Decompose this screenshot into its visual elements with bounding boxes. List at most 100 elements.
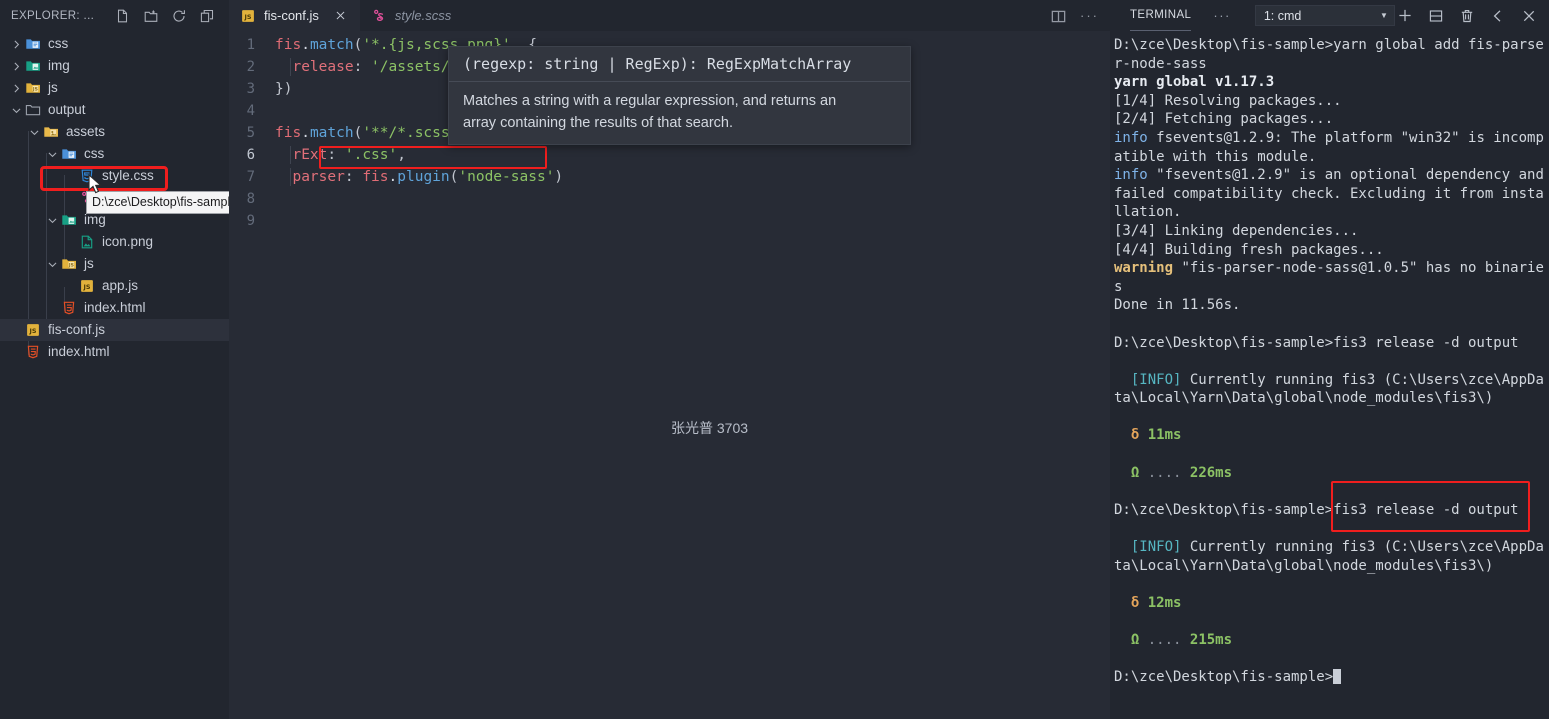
chevron-down-icon[interactable]	[8, 99, 24, 121]
folder-assets-icon	[42, 123, 60, 141]
chevron-down-icon[interactable]	[44, 253, 60, 275]
chevron-down-icon[interactable]	[44, 143, 60, 165]
tree-item-output[interactable]: output	[0, 99, 229, 121]
tree-item-label: assets	[66, 124, 106, 139]
collapse-all-icon[interactable]	[199, 8, 215, 24]
terminal-tab-label[interactable]: TERMINAL	[1130, 9, 1192, 31]
editor-tab-fis-conf-js[interactable]: JS fis-conf.js	[229, 0, 360, 31]
terminal-output[interactable]: D:\zce\Desktop\fis-sample>yarn global ad…	[1110, 31, 1549, 719]
terminal-line: δ 11ms	[1130, 427, 1182, 444]
tree-item-css[interactable]: css	[0, 143, 229, 165]
terminal-line: [4/4] Building fresh packages...	[1114, 241, 1384, 258]
terminal-line: D:\zce\Desktop\fis-sample>	[1114, 668, 1549, 687]
refresh-icon[interactable]	[171, 8, 187, 24]
sass-file-icon	[371, 8, 387, 24]
terminal-line: D:\zce\Desktop\fis-sample>fis3 release -…	[1114, 501, 1519, 518]
more-actions-icon[interactable]: ···	[1080, 8, 1097, 24]
code-line: 6 rExt: '.css',	[229, 144, 1110, 166]
terminal-shell-select[interactable]: 1: cmd ▼	[1254, 5, 1395, 26]
terminal-line: δ 12ms	[1130, 594, 1182, 611]
mouse-cursor	[88, 174, 102, 194]
editor-tab-style-scss[interactable]: style.scss	[360, 0, 462, 31]
folder-img-icon	[24, 57, 42, 75]
tree-item-css[interactable]: css	[0, 33, 229, 55]
line-number: 1	[246, 37, 255, 53]
html-file-icon	[60, 299, 78, 317]
hover-doc-line-2: array containing the results of that sea…	[463, 115, 734, 131]
editor-tab-actions: ···	[1050, 0, 1110, 31]
tree-item-fis-conf-js[interactable]: JS fis-conf.js	[0, 319, 229, 341]
new-terminal-icon[interactable]	[1397, 8, 1413, 24]
kill-terminal-icon[interactable]	[1459, 8, 1475, 24]
explorer-actions	[115, 8, 223, 24]
editor-tab-label: style.scss	[394, 8, 452, 23]
tree-item-label: app.js	[102, 278, 139, 293]
terminal-line: Done in 11.56s.	[1114, 297, 1241, 314]
editor-tabbar: JS fis-conf.js style.scss ···	[229, 0, 1110, 31]
terminal-panel: TERMINAL ··· 1: cmd ▼ D:\zce\Desktop\fis…	[1110, 0, 1549, 719]
close-panel-icon[interactable]	[1521, 8, 1537, 24]
tree-item-js[interactable]: JS js	[0, 77, 229, 99]
svg-text:JS: JS	[29, 327, 37, 335]
chevron-left-icon[interactable]	[1490, 8, 1506, 24]
split-editor-icon[interactable]	[1050, 8, 1066, 24]
editor-area: JS fis-conf.js style.scss ··· 1 fis.match('…	[229, 0, 1110, 719]
tree-item-label: img	[48, 58, 70, 73]
terminal-line: info "fsevents@1.2.9" is an optional dep…	[1114, 167, 1544, 221]
tree-item-label: icon.png	[102, 234, 154, 249]
line-number: 2	[246, 59, 255, 75]
terminal-line: [INFO] Currently running fis3 (C:\Users\…	[1114, 539, 1544, 574]
line-number: 9	[246, 213, 255, 229]
explorer-sidebar: EXPLORER: ... css img JS js output asset…	[0, 0, 229, 719]
split-terminal-icon[interactable]	[1428, 8, 1444, 24]
tree-item-label: js	[48, 80, 58, 95]
code-text: rExt: '.css',	[292, 147, 406, 163]
line-number: 5	[246, 125, 255, 141]
chevron-right-icon[interactable]	[8, 33, 24, 55]
explorer-title: EXPLORER: ...	[11, 9, 95, 22]
folder-css-icon	[24, 35, 42, 53]
tree-item-js[interactable]: JS js	[0, 253, 229, 275]
new-folder-icon[interactable]	[143, 8, 159, 24]
tree-item-assets[interactable]: assets	[0, 121, 229, 143]
terminal-shell-value: 1: cmd	[1263, 8, 1302, 23]
hover-signature: (regexp: string | RegExp): RegExpMatchAr…	[463, 55, 852, 73]
indent-guide	[290, 58, 291, 76]
close-icon[interactable]	[333, 8, 349, 24]
chevron-right-icon[interactable]	[8, 55, 24, 77]
tree-item-label: fis-conf.js	[48, 322, 106, 337]
chevron-down-icon[interactable]	[44, 209, 60, 231]
hover-tooltip: (regexp: string | RegExp): RegExpMatchAr…	[448, 46, 911, 145]
code-text: parser: fis.plugin('node-sass')	[292, 169, 564, 185]
terminal-cursor	[1333, 669, 1342, 685]
tree-item-style-css[interactable]: style.css	[0, 165, 229, 187]
tree-item-icon-png[interactable]: icon.png	[0, 231, 229, 253]
terminal-line: D:\zce\Desktop\fis-sample>yarn global ad…	[1114, 37, 1544, 72]
editor-content[interactable]: 1 fis.match('*.{js,scss,png}', {2 release…	[229, 31, 1110, 719]
code-line: 8	[229, 188, 1110, 210]
editor-tab-label: fis-conf.js	[264, 8, 319, 23]
terminal-more-icon[interactable]: ···	[1213, 8, 1231, 23]
folder-img-icon	[60, 211, 78, 229]
tree-item-label: css	[48, 36, 69, 51]
new-file-icon[interactable]	[115, 8, 131, 24]
terminal-line: Ω .... 226ms	[1130, 464, 1233, 481]
chevron-down-icon[interactable]	[26, 121, 42, 143]
terminal-line: warning "fis-parser-node-sass@1.0.5" has…	[1114, 260, 1544, 295]
tree-item-index-html[interactable]: index.html	[0, 297, 229, 319]
tree-item-app-js[interactable]: JS app.js	[0, 275, 229, 297]
tree-item-label: js	[84, 256, 94, 271]
tree-item-index-html[interactable]: index.html	[0, 341, 229, 363]
tree-item-label: index.html	[84, 300, 146, 315]
tree-item-img[interactable]: img	[0, 55, 229, 77]
chevron-right-icon[interactable]	[8, 77, 24, 99]
line-number: 8	[246, 191, 255, 207]
terminal-line: Ω .... 215ms	[1130, 632, 1233, 648]
terminal-line: yarn global v1.17.3	[1114, 74, 1275, 91]
indent-guide	[290, 168, 291, 186]
terminal-line: [3/4] Linking dependencies...	[1114, 222, 1359, 239]
watermark-text: 张光普 3703	[671, 420, 749, 436]
